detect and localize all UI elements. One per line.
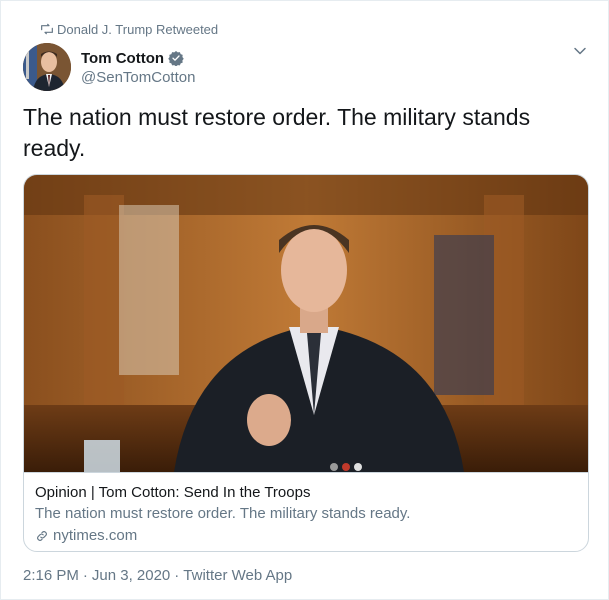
card-meta[interactable]: Opinion | Tom Cotton: Send In the Troops… xyxy=(24,472,588,551)
tweet-date[interactable]: Jun 3, 2020 xyxy=(92,567,170,584)
card-domain-row: nytimes.com xyxy=(35,526,579,546)
card-image[interactable] xyxy=(24,175,588,472)
display-name-row: Tom Cotton xyxy=(81,48,195,68)
card-domain: nytimes.com xyxy=(53,527,138,544)
author-names: Tom Cotton @SenTomCotton xyxy=(81,48,195,87)
card-description: The nation must restore order. The milit… xyxy=(35,505,411,522)
avatar[interactable] xyxy=(23,43,71,91)
author-row: Tom Cotton @SenTomCotton xyxy=(23,43,195,91)
tweet-text: The nation must restore order. The milit… xyxy=(23,104,531,161)
link-icon xyxy=(37,531,47,541)
tweet-time[interactable]: 2:16 PM xyxy=(23,567,79,584)
card-title: Opinion | Tom Cotton: Send In the Troops xyxy=(35,484,311,501)
tweet-container[interactable]: Donald J. Trump Retweeted Tom Cotton @Se… xyxy=(0,0,609,600)
display-name[interactable]: Tom Cotton xyxy=(81,50,164,67)
verified-badge-icon xyxy=(168,51,184,66)
retweet-label[interactable]: Donald J. Trump Retweeted xyxy=(57,22,218,37)
meta-separator: · xyxy=(174,567,180,584)
author-handle[interactable]: @SenTomCotton xyxy=(81,69,195,86)
meta-separator: · xyxy=(82,567,88,584)
link-card[interactable]: Opinion | Tom Cotton: Send In the Troops… xyxy=(23,174,589,552)
chevron-down-icon[interactable] xyxy=(570,41,590,61)
tweet-meta: 2:16 PM · Jun 3, 2020 · Twitter Web App xyxy=(23,567,292,584)
retweet-icon xyxy=(41,23,53,35)
retweet-context: Donald J. Trump Retweeted xyxy=(41,20,218,38)
tweet-source[interactable]: Twitter Web App xyxy=(183,567,292,584)
